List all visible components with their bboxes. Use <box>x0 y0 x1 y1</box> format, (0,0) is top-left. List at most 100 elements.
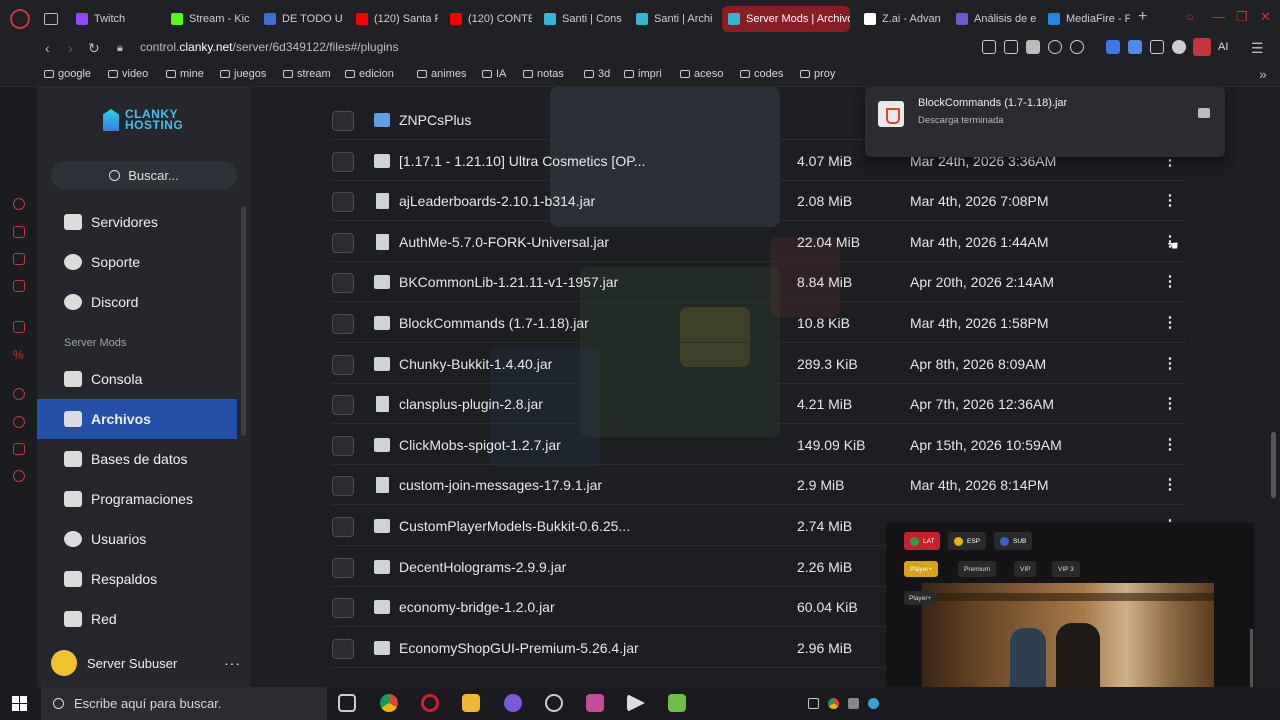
sidebar-app-icon[interactable] <box>13 198 25 210</box>
back-icon[interactable]: ‹ <box>45 40 50 56</box>
file-name[interactable]: EconomyShopGUI-Premium-5.26.4.jar <box>399 640 639 656</box>
file-name[interactable]: custom-join-messages-17.9.1.jar <box>399 477 602 493</box>
row-checkbox[interactable] <box>332 557 354 578</box>
browser-tab[interactable]: Análisis de e <box>950 6 1038 32</box>
user-more-icon[interactable]: ··· <box>224 655 241 671</box>
bookmark-folder[interactable]: notas <box>523 68 564 80</box>
bookmark-folder[interactable]: video <box>108 68 148 80</box>
file-name[interactable]: ajLeaderboards-2.10.1-b314.jar <box>399 193 595 209</box>
github-icon[interactable] <box>545 694 563 712</box>
sidebar-app-icon[interactable] <box>13 321 25 333</box>
puzzle-icon[interactable] <box>1150 40 1164 54</box>
app-icon[interactable] <box>504 694 522 712</box>
download-icon[interactable] <box>1193 38 1211 56</box>
file-name[interactable]: BlockCommands (1.7-1.18).jar <box>399 315 589 331</box>
forward-icon[interactable]: › <box>68 40 73 56</box>
sidebar-app-icon[interactable] <box>13 253 25 265</box>
bookmark-folder[interactable]: impri <box>624 68 662 80</box>
reload-icon[interactable]: ↻ <box>88 40 100 57</box>
download-filename[interactable]: BlockCommands (1.7-1.18).jar <box>918 97 1067 109</box>
row-checkbox[interactable] <box>332 273 354 294</box>
ai-button[interactable]: AI <box>1218 41 1228 53</box>
row-menu-icon[interactable]: ⋮ <box>1160 394 1180 414</box>
sidebar-app-icon[interactable] <box>13 388 25 400</box>
minimize-icon[interactable]: — <box>1212 9 1225 24</box>
sidebar-item[interactable]: Consola <box>37 359 237 399</box>
clock-icon[interactable] <box>13 416 25 428</box>
file-name[interactable]: economy-bridge-1.2.0.jar <box>399 599 555 615</box>
file-name[interactable]: CustomPlayerModels-Bukkit-0.6.25... <box>399 518 630 534</box>
row-checkbox[interactable] <box>332 192 354 213</box>
file-name[interactable]: Chunky-Bukkit-1.4.40.jar <box>399 356 552 372</box>
file-row[interactable]: ajLeaderboards-2.10.1-b314.jar 2.08 MiB Ma… <box>332 181 1186 222</box>
main-scrollbar[interactable] <box>1271 432 1276 498</box>
sidebar-item[interactable]: Discord <box>37 282 237 322</box>
sidebar-item[interactable]: Usuarios <box>37 519 237 559</box>
row-menu-icon[interactable]: ⋮ <box>1160 435 1180 455</box>
clanky-logo[interactable]: CLANKY HOSTING <box>103 108 183 131</box>
bookmark-folder[interactable]: IA <box>482 68 506 80</box>
windows-start-icon[interactable] <box>12 696 27 711</box>
row-checkbox[interactable] <box>332 598 354 619</box>
new-tab-icon[interactable]: + <box>1138 8 1147 26</box>
sidebar-app-icon[interactable] <box>13 443 25 455</box>
browser-tab[interactable]: (120) Santa F <box>350 6 438 32</box>
tray-chrome-icon[interactable] <box>828 698 839 709</box>
file-row[interactable]: AuthMe-5.7.0-FORK-Universal.jar 22.04 MiB… <box>332 222 1186 262</box>
row-checkbox[interactable] <box>332 354 354 375</box>
task-view-icon[interactable] <box>338 694 356 712</box>
bookmark-folder[interactable]: codes <box>740 68 783 80</box>
row-checkbox[interactable] <box>332 395 354 416</box>
opera-icon[interactable] <box>421 694 439 712</box>
quality-option[interactable]: Player+ <box>904 561 939 577</box>
maximize-icon[interactable]: ❐ <box>1236 9 1248 25</box>
bookmark-folder[interactable]: edicion <box>345 68 394 80</box>
lock-icon[interactable]: 🔒︎ <box>117 42 123 55</box>
profile-icon[interactable] <box>1172 40 1186 54</box>
url-field[interactable]: control.clanky.net/server/6d349122/files… <box>140 40 399 54</box>
browser-tab[interactable]: Stream - Kic <box>165 6 253 32</box>
file-name[interactable]: ClickMobs-spigot-1.2.7.jar <box>399 437 561 453</box>
sidebar-app-icon[interactable] <box>13 226 25 238</box>
sidebar-app-icon[interactable] <box>13 280 25 292</box>
chrome-icon[interactable] <box>380 694 398 712</box>
file-explorer-icon[interactable] <box>462 694 480 712</box>
settings-icon[interactable] <box>13 470 25 482</box>
row-checkbox[interactable] <box>332 151 354 172</box>
bookmarks-overflow-icon[interactable]: » <box>1259 66 1267 82</box>
language-option[interactable]: LAT <box>904 532 941 550</box>
row-menu-icon[interactable]: ⋮ <box>1160 475 1180 495</box>
user-row[interactable]: Server Subuser ··· <box>51 649 241 677</box>
row-checkbox[interactable] <box>332 476 354 497</box>
open-folder-icon[interactable] <box>1198 108 1210 118</box>
video-scrollbar[interactable] <box>1250 629 1253 689</box>
translate-icon[interactable] <box>1128 40 1142 54</box>
browser-menu-icon[interactable] <box>10 9 30 29</box>
file-name[interactable]: ZNPCsPlus <box>399 112 471 128</box>
row-menu-icon[interactable]: ⋮ <box>1160 191 1180 211</box>
quality-option[interactable]: VIP 3 <box>1052 561 1080 577</box>
file-row[interactable]: BlockCommands (1.7-1.18).jar 10.8 KiB Mar … <box>332 303 1186 343</box>
search-field[interactable]: Buscar... <box>51 161 237 189</box>
app-icon[interactable] <box>586 694 604 712</box>
browser-tab[interactable]: DE TODO U <box>258 6 346 32</box>
sidebar-item[interactable]: Red <box>37 599 237 639</box>
tray-icon[interactable] <box>848 698 859 709</box>
file-row[interactable]: ClickMobs-spigot-1.2.7.jar 149.09 KiB Apr … <box>332 425 1186 465</box>
close-window-icon[interactable]: ✕ <box>1260 9 1271 25</box>
browser-tab[interactable]: Santi | Cons <box>538 6 626 32</box>
heart-icon[interactable] <box>1070 40 1084 54</box>
bookmark-folder[interactable]: animes <box>417 68 466 80</box>
file-name[interactable]: DecentHolograms-2.9.9.jar <box>399 559 566 575</box>
browser-tab[interactable]: MediaFire - F <box>1042 6 1130 32</box>
row-checkbox[interactable] <box>332 638 354 659</box>
sidebar-item[interactable]: Programaciones <box>37 479 237 519</box>
row-menu-icon[interactable]: ⋮ <box>1160 272 1180 292</box>
pin-icon[interactable] <box>982 40 996 54</box>
file-name[interactable]: BKCommonLib-1.21.11-v1-1957.jar <box>399 274 618 290</box>
language-option[interactable]: SUB <box>994 532 1033 550</box>
file-row[interactable]: Chunky-Bukkit-1.4.40.jar 289.3 KiB Apr 8th… <box>332 344 1186 384</box>
sidebar-item[interactable]: Bases de datos <box>37 439 237 479</box>
row-checkbox[interactable] <box>332 517 354 537</box>
sidebar-scrollbar[interactable] <box>241 206 246 436</box>
